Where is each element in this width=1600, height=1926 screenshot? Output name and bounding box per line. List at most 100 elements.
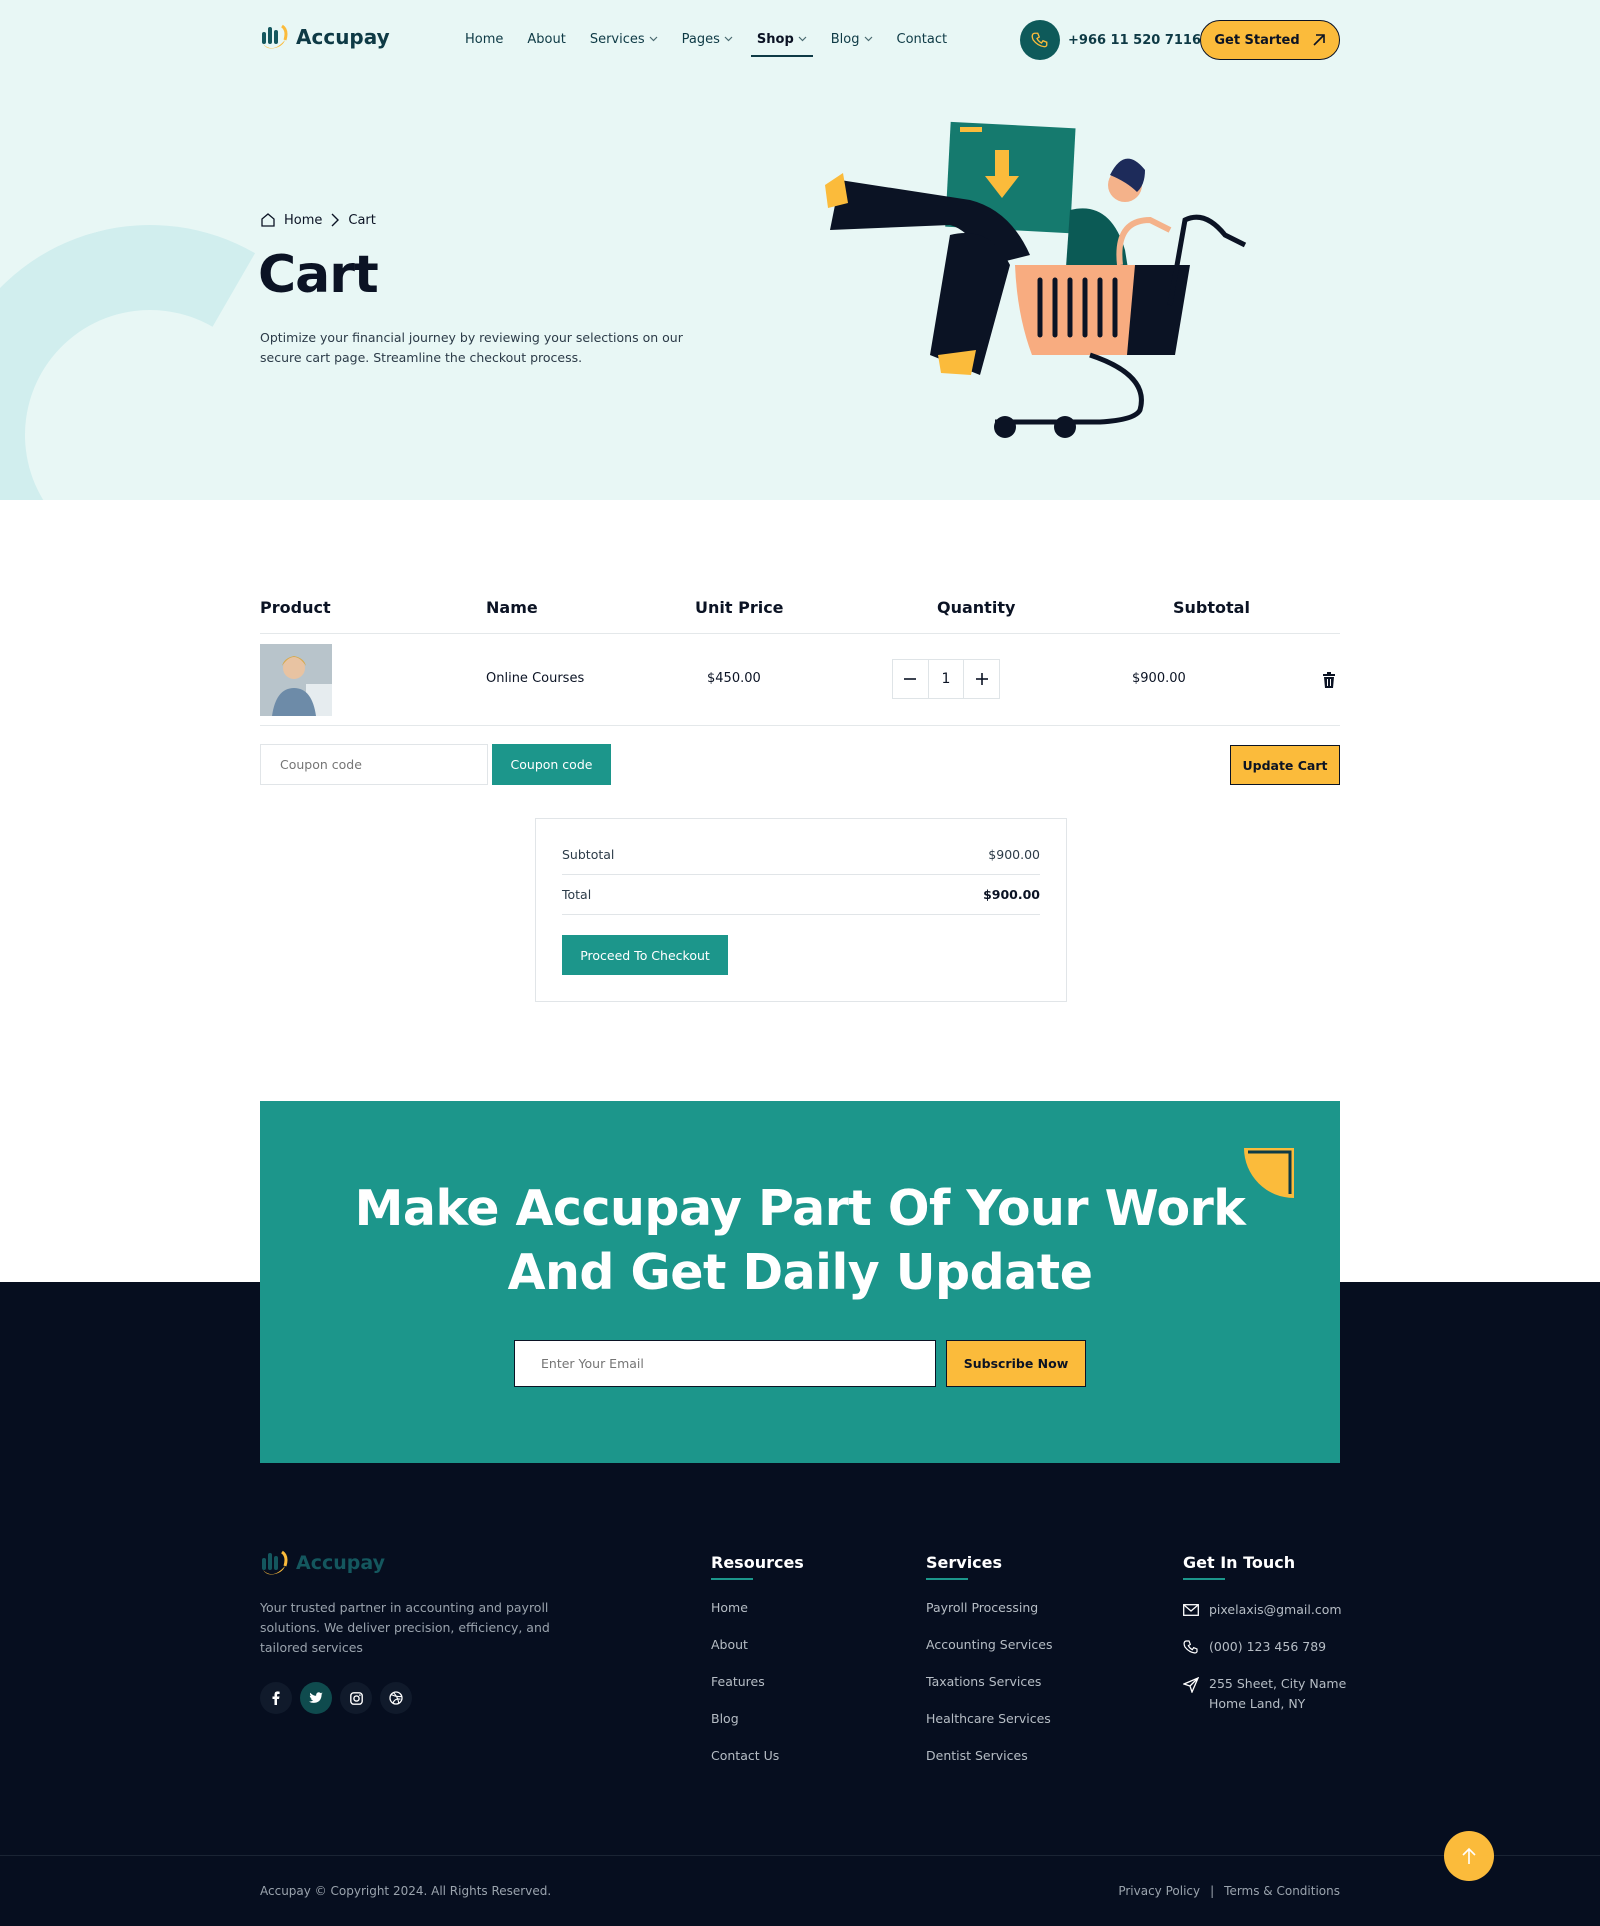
nav-item-about[interactable]: About [527, 32, 565, 53]
hero-description: Optimize your financial journey by revie… [260, 330, 683, 365]
footer-link-payroll[interactable]: Payroll Processing [926, 1600, 1052, 1637]
contact-phone[interactable]: (000) 123 456 789 [1183, 1637, 1346, 1674]
nav-item-blog[interactable]: Blog [831, 32, 873, 53]
phone-icon [1183, 1640, 1198, 1654]
footer-link-healthcare[interactable]: Healthcare Services [926, 1711, 1052, 1748]
coupon-input[interactable] [260, 744, 488, 785]
breadcrumb: Home Cart [260, 212, 376, 228]
header-phone-number: +966 11 520 7116 [1068, 32, 1202, 48]
footer-contact: Get In Touch pixelaxis@gmail.com (000) 1… [1183, 1553, 1346, 1724]
newsletter-title-line1: Make Accupay Part Of Your Work [354, 1180, 1246, 1237]
trash-icon[interactable] [1322, 672, 1336, 688]
proceed-to-checkout-button[interactable]: Proceed To Checkout [562, 935, 728, 975]
total-label: Total [562, 887, 592, 902]
update-cart-button[interactable]: Update Cart [1230, 745, 1340, 785]
contact-email[interactable]: pixelaxis@gmail.com [1183, 1600, 1346, 1637]
product-subtotal: $900.00 [1132, 671, 1186, 686]
footer-logo-text: Accupay [296, 1552, 385, 1574]
social-links [260, 1682, 412, 1714]
legal-separator: | [1210, 1884, 1215, 1898]
hero-section [0, 0, 1600, 500]
subtotal-value: $900.00 [988, 847, 1040, 862]
col-product: Product [260, 598, 331, 617]
apply-coupon-button[interactable]: Coupon code [492, 744, 611, 785]
footer-link-features[interactable]: Features [711, 1674, 804, 1711]
quantity-value[interactable]: 1 [927, 660, 965, 698]
footer-link-dentist[interactable]: Dentist Services [926, 1748, 1052, 1785]
home-icon [261, 213, 275, 227]
col-subtotal: Subtotal [1173, 598, 1250, 617]
nav-item-shop[interactable]: Shop [750, 32, 813, 57]
address-line1: 255 Sheet, City Name [1209, 1676, 1347, 1691]
footer-link-contact[interactable]: Contact Us [711, 1748, 804, 1785]
cart-table-header: Product Name Unit Price Quantity Subtota… [260, 598, 1340, 634]
contact-address: 255 Sheet, City Name Home Land, NY [1183, 1674, 1346, 1724]
newsletter-email-input[interactable] [514, 1340, 936, 1387]
chevron-down-icon [724, 35, 733, 45]
nav-item-label: Home [465, 32, 504, 47]
minus-icon [904, 678, 917, 680]
arrow-up-right-icon [1313, 34, 1325, 46]
table-row: Online Courses $450.00 1 $900.00 [260, 634, 1340, 726]
increase-quantity-button[interactable] [964, 660, 999, 698]
services-title: Services [926, 1553, 1052, 1580]
col-quantity: Quantity [937, 598, 1016, 617]
footer-logo[interactable]: Accupay [260, 1550, 385, 1576]
nav-item-label: About [527, 32, 566, 47]
chevron-down-icon [798, 35, 807, 45]
legal-links: Privacy Policy | Terms & Conditions [1118, 1884, 1340, 1898]
footer-link-blog[interactable]: Blog [711, 1711, 804, 1748]
get-started-button[interactable]: Get Started [1200, 20, 1340, 60]
logo[interactable]: Accupay [260, 24, 390, 50]
chevron-down-icon [864, 35, 873, 45]
subtotal-row: Subtotal $900.00 [562, 835, 1040, 875]
page-title: Cart [258, 245, 379, 305]
product-thumbnail[interactable] [260, 644, 332, 716]
shopping-cart-illustration [825, 121, 1247, 438]
breadcrumb-home[interactable]: Home [284, 213, 322, 228]
main-nav: Home About Services Pages Shop Blog Contact [465, 32, 948, 57]
terms-link[interactable]: Terms & Conditions [1224, 1884, 1340, 1898]
footer-resources: Resources Home About Features Blog Conta… [711, 1553, 804, 1785]
nav-item-services[interactable]: Services [590, 32, 658, 53]
twitter-icon[interactable] [300, 1682, 332, 1714]
footer-link-taxations[interactable]: Taxations Services [926, 1674, 1052, 1711]
chevron-right-icon [331, 213, 340, 227]
col-name: Name [486, 598, 538, 617]
subtotal-label: Subtotal [562, 847, 615, 862]
newsletter-title-line2: And Get Daily Update [507, 1244, 1093, 1301]
nav-item-label: Contact [896, 32, 948, 47]
privacy-policy-link[interactable]: Privacy Policy [1118, 1884, 1200, 1898]
facebook-icon[interactable] [260, 1682, 292, 1714]
nav-item-pages[interactable]: Pages [682, 32, 733, 53]
scroll-to-top-button[interactable] [1444, 1831, 1494, 1881]
send-icon [1183, 1677, 1199, 1693]
dribbble-icon[interactable] [380, 1682, 412, 1714]
header-phone[interactable]: +966 11 520 7116 [1020, 20, 1201, 60]
product-name[interactable]: Online Courses [486, 671, 584, 686]
breadcrumb-current: Cart [348, 212, 376, 228]
nav-item-label: Pages [681, 32, 720, 47]
footer-divider [0, 1855, 1600, 1856]
footer-link-home[interactable]: Home [711, 1600, 804, 1637]
col-unit-price: Unit Price [695, 598, 784, 617]
nav-item-home[interactable]: Home [465, 32, 503, 53]
product-unit-price: $450.00 [707, 671, 761, 686]
decrease-quantity-button[interactable] [893, 660, 928, 698]
plus-icon [975, 673, 988, 685]
quantity-stepper: 1 [892, 659, 1000, 699]
instagram-icon[interactable] [340, 1682, 372, 1714]
resources-title: Resources [711, 1553, 804, 1580]
nav-item-contact[interactable]: Contact [897, 32, 948, 53]
footer-link-about[interactable]: About [711, 1637, 804, 1674]
quarter-circle-decoration [1244, 1148, 1294, 1198]
contact-title: Get In Touch [1183, 1553, 1346, 1580]
subscribe-button[interactable]: Subscribe Now [946, 1340, 1086, 1387]
newsletter-section: Make Accupay Part Of Your Work And Get D… [260, 1101, 1340, 1463]
logo-text: Accupay [296, 25, 390, 49]
phone-icon [1020, 20, 1060, 60]
arrow-up-icon [1462, 1847, 1476, 1864]
footer-link-accounting[interactable]: Accounting Services [926, 1637, 1052, 1674]
cart-totals: Subtotal $900.00 Total $900.00 Proceed T… [535, 818, 1067, 1002]
nav-item-label: Blog [830, 32, 860, 47]
